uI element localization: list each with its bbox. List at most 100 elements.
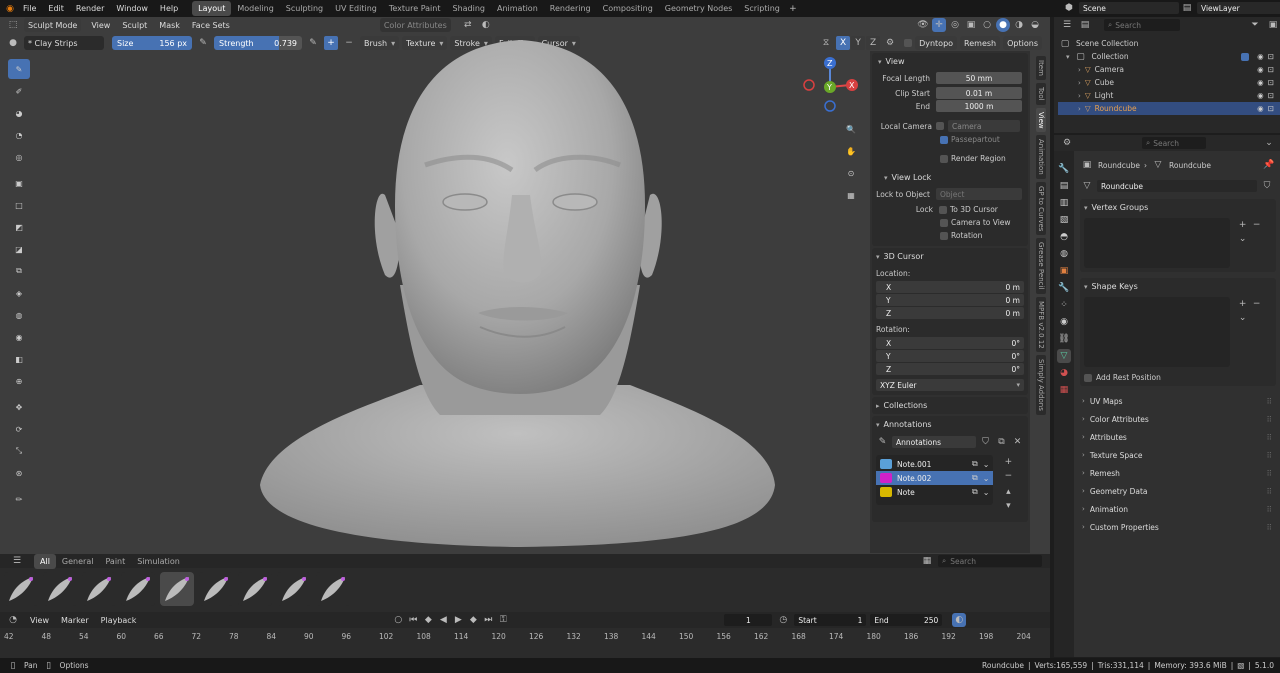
chevron-right-icon[interactable]: ›: [1078, 79, 1081, 87]
collections-section[interactable]: ▸ Collections: [872, 397, 1028, 414]
loc-z-field[interactable]: Z 0 m: [876, 307, 1024, 319]
overlay-toggle-icon[interactable]: ◐: [479, 18, 493, 32]
workspace-tab-texture-paint[interactable]: Texture Paint: [383, 1, 447, 16]
shape-keys-list[interactable]: [1084, 297, 1230, 367]
ortho-grid-icon[interactable]: ▦: [840, 185, 862, 205]
annotation-layer-row[interactable]: Note.002 ⧉ ⌄: [876, 471, 994, 485]
drag-handle-icon[interactable]: ⠿: [1267, 433, 1273, 442]
camera-visibility-icon[interactable]: ⊡: [1268, 52, 1274, 61]
viewlayer-name[interactable]: ViewLayer: [1197, 2, 1280, 14]
mirror-x-button[interactable]: X: [836, 36, 851, 50]
to-3d-cursor-check[interactable]: [939, 205, 947, 214]
annotation-name-field[interactable]: Annotations: [891, 436, 977, 448]
mask-tool-icon[interactable]: ▣: [8, 173, 30, 193]
eye-icon[interactable]: ◉: [1257, 52, 1264, 61]
drag-handle-icon[interactable]: ⠿: [1267, 469, 1273, 478]
scene-name[interactable]: Scene: [1079, 2, 1179, 14]
menu-render[interactable]: Render: [70, 4, 110, 13]
navigation-gizmo[interactable]: Z X Y: [800, 55, 862, 115]
menu-window[interactable]: Window: [110, 4, 154, 13]
add-shape-key-icon[interactable]: +: [1236, 297, 1250, 311]
workspace-tab-animation[interactable]: Animation: [491, 1, 544, 16]
chevron-down-icon[interactable]: ⌄: [1236, 232, 1250, 246]
physics-tab-icon[interactable]: ◉: [1057, 315, 1071, 329]
hamburger-menu-icon[interactable]: ☰: [10, 554, 24, 568]
keying-set-icon[interactable]: ⚿: [496, 613, 510, 627]
mesh-data-tab-icon[interactable]: ▽: [1057, 349, 1071, 363]
chevron-down-icon[interactable]: ⌄: [1236, 311, 1250, 325]
vertex-groups-header[interactable]: ▾ Vertex Groups: [1084, 203, 1272, 212]
local-camera-field[interactable]: Camera: [948, 120, 1020, 132]
symmetry-icon[interactable]: ⇄: [461, 18, 475, 32]
display-mode-icon[interactable]: ▦: [920, 554, 934, 568]
jump-start-icon[interactable]: ⏮: [406, 613, 420, 627]
brush-thumbnail[interactable]: [160, 572, 194, 606]
rotation-mode-dropdown[interactable]: XYZ Euler ▾: [876, 379, 1024, 391]
add-vertex-group-icon[interactable]: +: [1236, 218, 1250, 232]
remove-layer-icon[interactable]: −: [1001, 469, 1015, 483]
mirror-z-button[interactable]: Z: [866, 36, 881, 50]
zoom-icon[interactable]: 🔍: [840, 119, 862, 139]
collection-check[interactable]: [1241, 52, 1250, 61]
timeline-ruler[interactable]: 42 48 54 60 66 72 78 84 90 96 102 108 114 120 126 132 13…: [0, 630, 1050, 642]
prev-keyframe-icon[interactable]: ◆: [421, 613, 435, 627]
panel-uv-maps[interactable]: › UV Maps ⠿: [1076, 392, 1280, 410]
visibility-icon[interactable]: 👁: [916, 18, 930, 32]
eye-icon[interactable]: ◉: [1257, 65, 1264, 74]
outliner-search-input[interactable]: ⌕ Search: [1104, 19, 1180, 31]
editor-type-icon[interactable]: ⚙: [1060, 136, 1074, 150]
material-shading-icon[interactable]: ◑: [1012, 18, 1026, 32]
asset-tab-paint[interactable]: Paint: [99, 554, 131, 569]
clock-icon[interactable]: ◷: [776, 613, 790, 627]
timeline-menu-marker[interactable]: Marker: [55, 616, 95, 625]
drag-handle-icon[interactable]: ⠿: [1267, 397, 1273, 406]
panel-geometry-data[interactable]: › Geometry Data ⠿: [1076, 482, 1280, 500]
sidebar-tab-grease-pencil[interactable]: Grease Pencil: [1036, 238, 1046, 294]
workspace-tab-compositing[interactable]: Compositing: [597, 1, 659, 16]
sidebar-tab-item[interactable]: Item: [1036, 56, 1046, 80]
collections-header[interactable]: ▸ Collections: [876, 401, 1024, 410]
drag-handle-icon[interactable]: ⠿: [1267, 415, 1273, 424]
display-mode-icon[interactable]: ▤: [1078, 18, 1092, 32]
cloth-filter-tool-icon[interactable]: ◍: [8, 305, 30, 325]
start-frame-field[interactable]: Start 1: [794, 614, 867, 626]
draw-sharp-tool-icon[interactable]: ✐: [8, 81, 30, 101]
face-set-tool-icon[interactable]: ◩: [8, 217, 30, 237]
vertex-groups-list[interactable]: [1084, 218, 1230, 268]
drag-handle-icon[interactable]: ⠿: [1267, 505, 1273, 514]
brush-thumbnail[interactable]: [82, 572, 116, 606]
asset-search-input[interactable]: ⌕ Search: [938, 555, 1042, 567]
chevron-right-icon[interactable]: ›: [1078, 105, 1081, 113]
camera-visibility-icon[interactable]: ⊡: [1268, 91, 1274, 100]
add-layer-icon[interactable]: +: [1001, 455, 1015, 469]
world-tab-icon[interactable]: ◍: [1057, 247, 1071, 261]
editor-type-icon[interactable]: ◔: [6, 613, 20, 627]
camera-to-view-check[interactable]: [940, 218, 948, 227]
scene-tab-icon[interactable]: ◓: [1057, 230, 1071, 244]
brush-thumbnail[interactable]: [199, 572, 233, 606]
sidebar-tab-mpfb-v2-0-12[interactable]: MPFB v2.0.12: [1036, 296, 1046, 353]
chevron-right-icon[interactable]: ›: [1078, 92, 1081, 100]
add-workspace-icon[interactable]: +: [786, 2, 800, 16]
menu-edit[interactable]: Edit: [42, 4, 70, 13]
sculpt-mesh[interactable]: [250, 35, 790, 565]
dyntopo-check[interactable]: [904, 39, 913, 47]
box-mask-tool-icon[interactable]: □: [8, 195, 30, 215]
onion-skin-icon[interactable]: ⧉: [972, 459, 978, 469]
play-reverse-icon[interactable]: ◀: [436, 613, 450, 627]
sidebar-tab-animation[interactable]: Animation: [1036, 135, 1046, 179]
color-filter-tool-icon[interactable]: ◉: [8, 327, 30, 347]
filter-icon[interactable]: ⏷: [1248, 18, 1262, 32]
layer-color-swatch[interactable]: [880, 473, 892, 483]
trim-tool-icon[interactable]: ◪: [8, 239, 30, 259]
scene-selector[interactable]: ⬢ Scene: [1062, 1, 1179, 15]
overlays-icon[interactable]: ◎: [948, 18, 962, 32]
mask-by-color-tool-icon[interactable]: ⊕: [8, 371, 30, 391]
xray-icon[interactable]: ▣: [964, 18, 978, 32]
timeline-menu-view[interactable]: View: [24, 616, 55, 625]
onion-skin-icon[interactable]: ⧉: [972, 487, 978, 497]
panel-animation[interactable]: › Animation ⠿: [1076, 500, 1280, 518]
play-icon[interactable]: ▶: [451, 613, 465, 627]
clip-end-field[interactable]: 1000 m: [936, 100, 1022, 112]
shape-keys-header[interactable]: ▾ Shape Keys: [1084, 282, 1272, 291]
